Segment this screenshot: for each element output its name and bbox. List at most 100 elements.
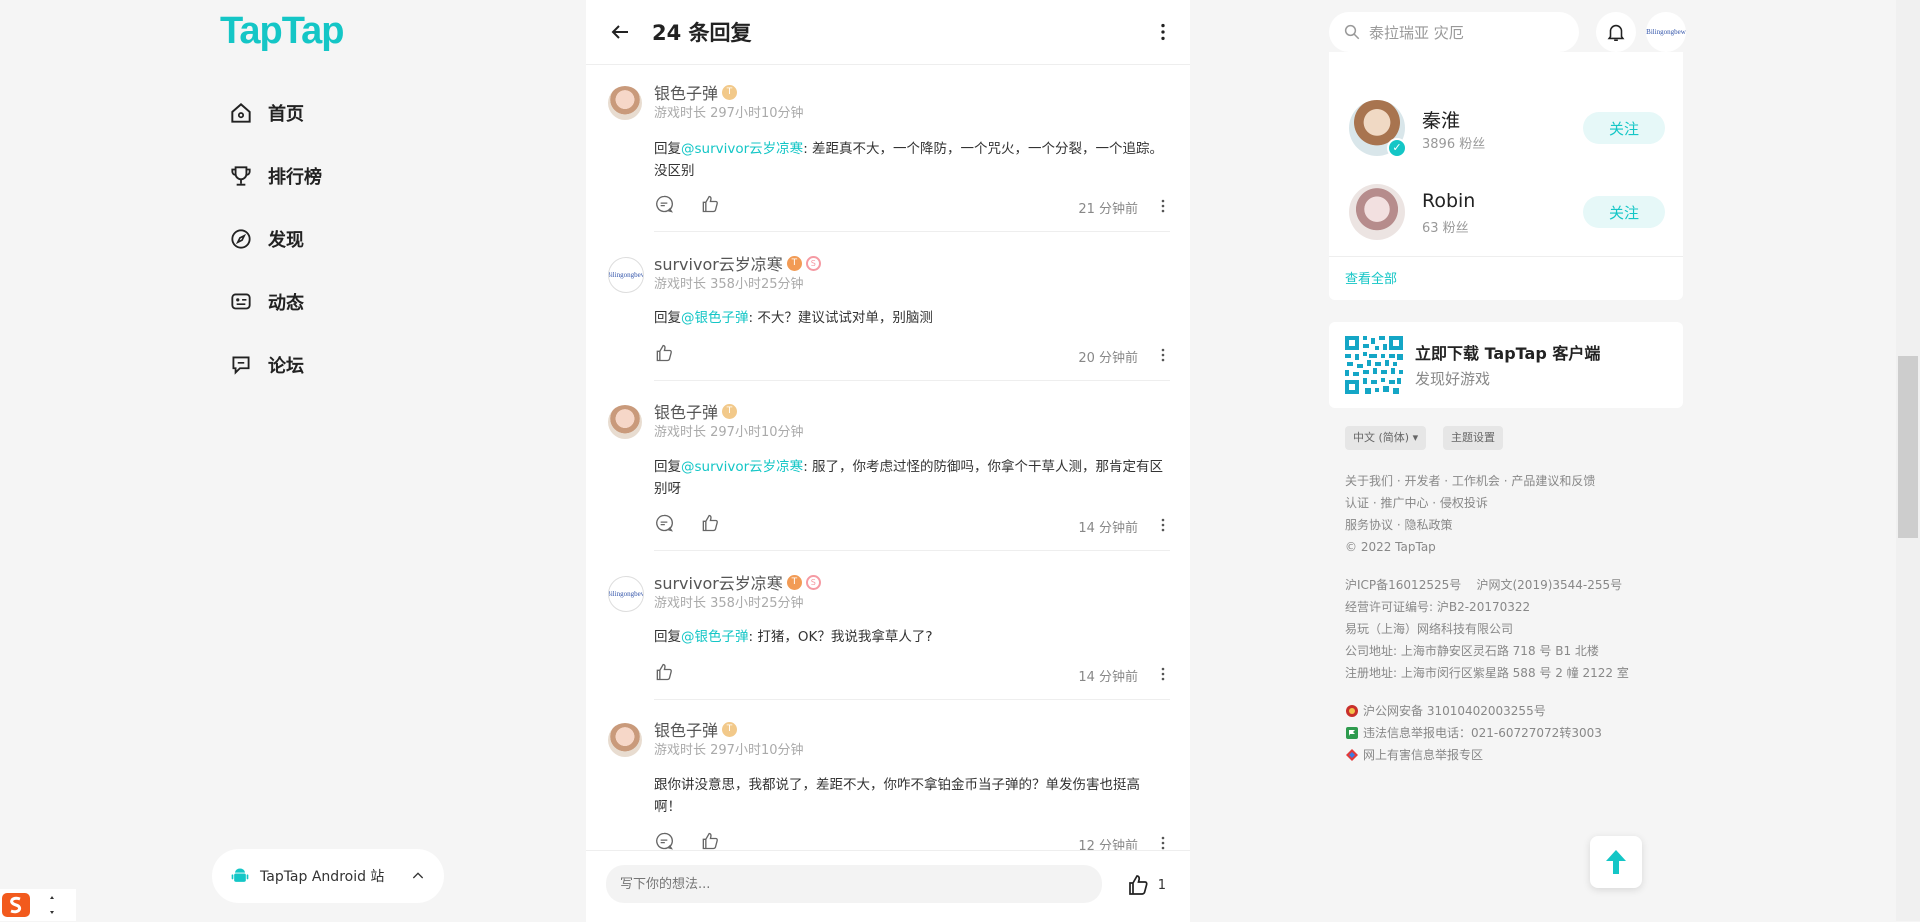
download-subtitle: 发现好游戏 [1415, 370, 1491, 388]
more-vertical-icon[interactable] [1156, 198, 1170, 214]
feed-icon [231, 293, 251, 310]
avatar[interactable] [608, 723, 642, 757]
recommended-user[interactable]: Robin 63 粉丝 关注 [1349, 184, 1665, 254]
view-all-link[interactable]: 查看全部 [1345, 268, 1397, 287]
search-placeholder: 泰拉瑞亚 灾厄 [1369, 23, 1464, 42]
thumbs-up-icon[interactable] [700, 513, 720, 533]
avatar-text: Bilingongbew [608, 271, 644, 279]
toolbar-menu-icon [50, 896, 54, 914]
discover-icon [231, 229, 251, 249]
nav-label: 动态 [268, 293, 304, 314]
fan-count: 63 粉丝 [1422, 221, 1469, 236]
divider [654, 231, 1170, 232]
police-record[interactable]: 沪公网安备 31010402003255号 [1345, 700, 1546, 722]
user-name[interactable]: Robin [1422, 190, 1475, 212]
icp-record[interactable]: 沪ICP备16012525号 沪网文(2019)3544-255号 [1345, 574, 1622, 596]
reply-author[interactable]: survivor云岁凉寒 T S [654, 251, 821, 275]
scrollbar-thumb[interactable] [1898, 356, 1918, 538]
author-name[interactable]: 银色子弹 [654, 80, 718, 104]
reply-author[interactable]: survivor云岁凉寒 T S [654, 570, 821, 594]
avatar[interactable]: Bilingongbew [608, 257, 644, 293]
footer-links-1[interactable]: 关于我们 · 开发者 · 工作机会 · 产品建议和反馈 [1345, 470, 1595, 492]
nav-label: 发现 [268, 230, 304, 251]
footer-links-2[interactable]: 认证 · 推广中心 · 侵权投诉 [1345, 492, 1488, 514]
back-to-top-button[interactable] [1590, 836, 1642, 888]
reply-item: Bilingongbew survivor云岁凉寒 T S 游戏时长 358小时25… [586, 570, 1190, 700]
reply-body: : 打猪，OK？我说我拿草人了? [748, 629, 933, 645]
nav-item-feed[interactable]: 动态 [228, 289, 304, 315]
taptap-logo[interactable]: TapTap [220, 10, 344, 53]
recommended-users-card: ✓ 秦淮 3896 粉丝 关注 Robin 63 粉丝 关注 查看全部 [1329, 52, 1683, 300]
avatar[interactable] [608, 405, 642, 439]
user-avatar[interactable]: Bilingongbew [1646, 12, 1686, 52]
like-button[interactable]: 1 [1126, 873, 1166, 897]
android-site-link[interactable]: TapTap Android 站 [212, 849, 444, 903]
comment-input[interactable] [606, 865, 1102, 903]
report-phone[interactable]: 违法信息举报电话：021-60727072转3003 [1345, 722, 1602, 744]
verified-icon: ✓ [1387, 138, 1407, 158]
avatar[interactable] [1349, 184, 1405, 240]
user-name[interactable]: 秦淮 [1422, 106, 1460, 133]
avatar[interactable]: Bilingongbew [608, 576, 644, 612]
more-vertical-icon[interactable] [1156, 666, 1170, 682]
nav-item-home[interactable]: 首页 [228, 100, 304, 126]
author-name[interactable]: 银色子弹 [654, 717, 718, 741]
footer-links-3[interactable]: 服务协议 · 隐私政策 [1345, 514, 1452, 536]
theme-settings-button[interactable]: 主题设置 [1443, 426, 1503, 450]
comment-icon[interactable] [654, 831, 674, 850]
more-vertical-icon[interactable] [1156, 517, 1170, 533]
more-vertical-icon[interactable] [1152, 21, 1174, 43]
back-arrow-icon[interactable] [608, 20, 632, 44]
report-zone[interactable]: 网上有害信息举报专区 [1345, 744, 1483, 766]
more-vertical-icon[interactable] [1156, 347, 1170, 363]
reply-text: 跟你讲没意思，我都说了，差距不大，你咋不拿铂金币当子弹的？单发伤害也挺高啊！ [654, 774, 1164, 818]
reply-author[interactable]: 银色子弹 T [654, 80, 738, 104]
nav-item-ranking[interactable]: 排行榜 [228, 163, 322, 189]
mention-link[interactable]: @银色子弹 [681, 629, 749, 645]
avatar-text: Bilingongbew [1646, 28, 1686, 36]
like-count: 1 [1157, 877, 1166, 893]
chevron-up-icon[interactable] [410, 868, 426, 884]
reply-text: 回复@survivor云岁凉寒: 差距真不大，一个降防，一个咒火，一个分裂，一个… [654, 138, 1164, 182]
level-badge-icon: T [786, 574, 802, 590]
recommended-user[interactable]: ✓ 秦淮 3896 粉丝 关注 [1349, 100, 1665, 170]
search-input[interactable]: 泰拉瑞亚 灾厄 [1329, 12, 1579, 52]
author-name[interactable]: 银色子弹 [654, 399, 718, 423]
thumbs-up-icon[interactable] [654, 343, 674, 363]
follow-button[interactable]: 关注 [1583, 196, 1665, 228]
copyright: © 2022 TapTap [1345, 540, 1436, 554]
business-license[interactable]: 经营许可证编号: 沪B2-20170322 [1345, 596, 1530, 618]
thumbs-up-icon[interactable] [700, 831, 720, 850]
author-name[interactable]: survivor云岁凉寒 [654, 251, 783, 275]
thumbs-up-icon[interactable] [700, 194, 720, 214]
company-address: 公司地址: 上海市静安区灵石路 718 号 B1 北楼 [1345, 644, 1599, 658]
nav-item-discover[interactable]: 发现 [228, 226, 304, 252]
follow-button[interactable]: 关注 [1583, 112, 1665, 144]
more-vertical-icon[interactable] [1156, 835, 1170, 850]
thumbs-up-icon[interactable] [1126, 873, 1150, 897]
police-record-text: 沪公网安备 31010402003255号 [1363, 704, 1546, 718]
mention-link[interactable]: @survivor云岁凉寒 [681, 459, 803, 475]
divider [654, 380, 1170, 381]
avatar[interactable] [608, 86, 642, 120]
creator-badge-icon: S [805, 255, 821, 271]
comment-icon[interactable] [654, 194, 674, 214]
report-icon [1346, 727, 1358, 739]
nav-item-forum[interactable]: 论坛 [228, 352, 304, 378]
reply-author[interactable]: 银色子弹 T [654, 717, 738, 741]
comment-icon[interactable] [654, 513, 674, 533]
mention-link[interactable]: @银色子弹 [681, 310, 749, 326]
author-name[interactable]: survivor云岁凉寒 [654, 570, 783, 594]
reply-author[interactable]: 银色子弹 T [654, 399, 738, 423]
android-icon [231, 868, 249, 882]
notifications-button[interactable] [1596, 12, 1636, 52]
download-app-card[interactable]: 立即下载 TapTap 客户端 发现好游戏 [1329, 322, 1683, 408]
reply-body: : 不大？建议试试对单，别脑测 [748, 310, 933, 326]
mention-link[interactable]: @survivor云岁凉寒 [681, 141, 803, 157]
reply-actions [654, 343, 674, 363]
ime-toolbar[interactable] [0, 889, 76, 921]
playtime: 游戏时长 297小时10分钟 [654, 425, 804, 440]
reply-prefix: 回复 [654, 459, 681, 475]
language-select[interactable]: 中文 (简体) ▾ [1345, 426, 1427, 450]
thumbs-up-icon[interactable] [654, 662, 674, 682]
